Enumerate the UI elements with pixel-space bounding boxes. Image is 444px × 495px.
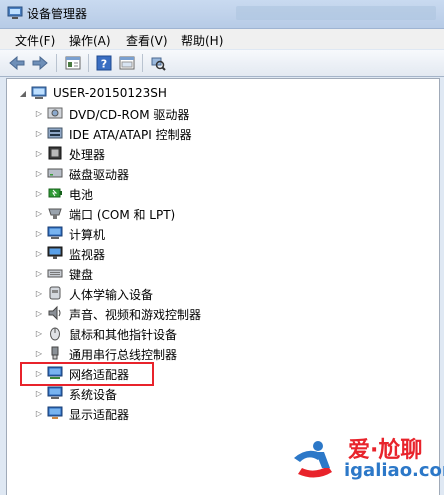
expand-icon[interactable]: ▷ [35,329,43,338]
menu-view[interactable]: 查看(V) [125,32,169,49]
expand-icon[interactable]: ▷ [35,349,43,358]
show-hide-button[interactable] [117,53,137,73]
tree-item[interactable]: ▷ 端口 (COM 和 LPT) [7,203,307,223]
tree-item[interactable]: ▷ 显示适配器 [7,403,307,423]
battery-icon [48,188,62,198]
properties-button[interactable] [63,53,83,73]
menu-help[interactable]: 帮助(H) [180,32,224,49]
tree-item-label: 人体学输入设备 [69,288,154,302]
tree-item[interactable]: ▷ DVD/CD-ROM 驱动器 [7,103,307,123]
tree-item-label: 显示适配器 [69,408,130,422]
tree-item-label: 声音、视频和游戏控制器 [69,308,202,322]
tree-item[interactable]: ▷ 监视器 [7,243,307,263]
highlight-box [20,362,154,386]
expand-icon[interactable]: ▷ [35,309,43,318]
tree-item[interactable]: ▷ 磁盘驱动器 [7,163,307,183]
forward-button[interactable] [30,53,50,73]
expand-icon[interactable]: ▷ [35,209,43,218]
tree-item[interactable]: ▷ 人体学输入设备 [7,283,307,303]
title-bar-blur [236,6,436,20]
expand-icon[interactable]: ▷ [35,289,43,298]
toolbar-separator [142,54,143,72]
disk-drive-icon [47,168,63,178]
expand-icon[interactable]: ▷ [35,409,43,418]
usb-icon [51,346,59,360]
properties-icon [65,56,81,70]
tree-item-label: 键盘 [69,268,94,282]
tree-item[interactable]: ▷ 通用串行总线控制器 [7,343,307,363]
tree-item-label: 端口 (COM 和 LPT) [69,208,176,222]
collapse-icon[interactable]: ◢ [19,89,27,98]
expand-icon[interactable]: ▷ [35,109,43,118]
expand-icon[interactable]: ▷ [35,129,43,138]
expand-icon[interactable]: ▷ [35,269,43,278]
tree-item[interactable]: ▷ 处理器 [7,143,307,163]
scan-hardware-icon [151,57,166,71]
tree-item-label: 处理器 [69,148,106,162]
expand-icon[interactable]: ▷ [35,249,43,258]
tree-item[interactable]: ▷ IDE ATA/ATAPI 控制器 [7,123,307,143]
tree-item[interactable]: ▷ 计算机 [7,223,307,243]
tree-item-label: DVD/CD-ROM 驱动器 [69,108,190,122]
watermark-sub-text: igaliao.com [344,460,444,481]
help-icon: ? [96,55,112,71]
scan-hardware-button[interactable] [148,53,168,73]
tree-item-label: 监视器 [69,248,106,262]
window-title: 设备管理器 [27,7,88,21]
menu-bar: 文件(F) 操作(A) 查看(V) 帮助(H) [0,29,444,49]
expand-icon[interactable]: ▷ [35,229,43,238]
display-adapter-icon [47,406,63,419]
port-icon [48,208,62,219]
tree-item-label: IDE ATA/ATAPI 控制器 [69,128,192,142]
tree-item[interactable]: ▷ 系统设备 [7,383,307,403]
keyboard-icon [47,269,63,278]
tree-item-label: 计算机 [69,228,106,242]
tree-item-label: 鼠标和其他指针设备 [69,328,178,342]
tree-item-label: 电池 [69,188,94,202]
expand-icon[interactable]: ▷ [35,149,43,158]
tree-root-label: USER-20150123SH [53,86,167,100]
tree-item[interactable]: ▷ 电池 [7,183,307,203]
back-icon [9,56,25,70]
computer-root-icon [31,86,47,99]
svg-text:?: ? [101,58,107,71]
tree-item[interactable]: ▷ 鼠标和其他指针设备 [7,323,307,343]
expand-icon[interactable]: ▷ [35,189,43,198]
title-bar: 设备管理器 [0,0,444,29]
tree-item-label: 通用串行总线控制器 [69,348,178,362]
tree-item-label: 磁盘驱动器 [69,168,130,182]
mouse-icon [50,327,60,341]
help-button[interactable]: ? [94,53,114,73]
expand-icon[interactable]: ▷ [35,389,43,398]
forward-icon [32,56,48,70]
device-manager-icon [7,6,23,19]
sound-icon [48,305,61,321]
tree-item-label: 系统设备 [69,388,118,402]
back-button[interactable] [7,53,27,73]
computer-icon [47,226,63,239]
show-hide-icon [119,56,135,70]
tree-item[interactable]: ▷ 声音、视频和游戏控制器 [7,303,307,323]
tree-item[interactable]: ▷ 键盘 [7,263,307,283]
menu-action[interactable]: 操作(A) [68,32,112,49]
expand-icon[interactable]: ▷ [35,169,43,178]
disc-drive-icon [47,107,63,119]
monitor-icon [47,246,63,259]
toolbar-separator [88,54,89,72]
menu-file[interactable]: 文件(F) [14,32,56,49]
tree-root[interactable]: ◢ USER-20150123SH [7,83,307,103]
toolbar-separator [56,54,57,72]
system-device-icon [47,386,63,399]
processor-icon [48,146,62,160]
ide-controller-icon [47,127,63,139]
hid-icon [49,286,61,300]
toolbar: ? [0,50,444,77]
